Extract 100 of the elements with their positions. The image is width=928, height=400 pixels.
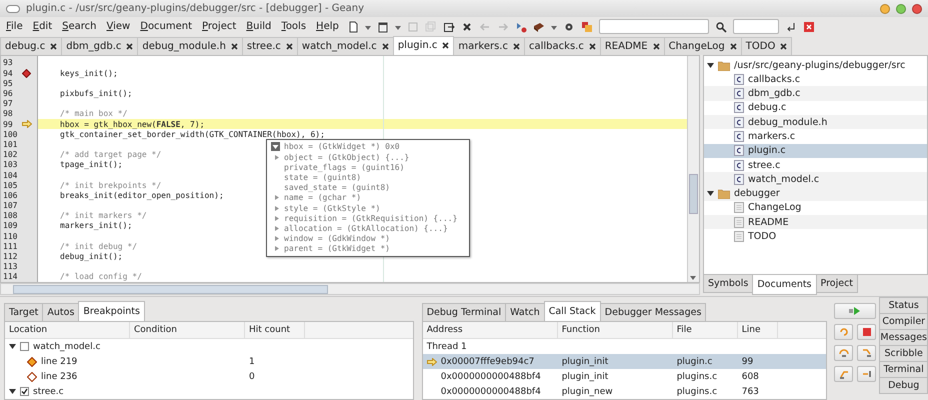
file-tab[interactable]: debug.c bbox=[0, 36, 62, 55]
panel-tab[interactable]: Breakpoints bbox=[78, 301, 145, 321]
close-tab-icon[interactable] bbox=[50, 42, 58, 50]
scrollbar-thumb[interactable] bbox=[13, 284, 328, 294]
close-tab-icon[interactable] bbox=[442, 42, 450, 50]
column-header[interactable]: Condition bbox=[130, 322, 245, 338]
close-button[interactable] bbox=[912, 4, 922, 14]
message-window-tab[interactable]: Debug bbox=[879, 377, 928, 394]
restart-button[interactable] bbox=[834, 324, 854, 340]
column-header[interactable]: Location bbox=[5, 322, 130, 338]
expander-icon[interactable] bbox=[9, 343, 16, 350]
panel-tab[interactable]: Autos bbox=[42, 303, 80, 321]
tree-item[interactable]: debug_module.h bbox=[704, 115, 927, 130]
expander-icon[interactable] bbox=[9, 388, 16, 395]
menu-item[interactable]: Edit bbox=[30, 21, 54, 32]
revert-icon[interactable] bbox=[442, 20, 455, 33]
step-into-button[interactable] bbox=[857, 345, 876, 361]
close-tab-icon[interactable] bbox=[588, 42, 596, 50]
expand-icon[interactable] bbox=[275, 154, 280, 160]
message-window-tab[interactable]: Compiler bbox=[879, 313, 928, 330]
file-tab[interactable]: stree.c bbox=[242, 36, 298, 55]
close-tab-icon[interactable] bbox=[230, 42, 238, 50]
column-header[interactable]: Address bbox=[422, 322, 558, 338]
expand-icon[interactable] bbox=[275, 206, 280, 211]
menu-item[interactable]: Project bbox=[200, 21, 238, 32]
expand-icon[interactable] bbox=[275, 246, 280, 252]
panel-tab[interactable]: Debugger Messages bbox=[600, 303, 706, 321]
breakpoint-icon[interactable] bbox=[27, 372, 37, 382]
stack-frame-row[interactable]: 0x0000000000488bf4 plugin_new plugins.c 763 bbox=[422, 384, 826, 399]
quit-icon[interactable] bbox=[802, 20, 815, 33]
expand-icon[interactable] bbox=[275, 195, 280, 200]
file-tab[interactable]: ChangeLog bbox=[664, 36, 742, 55]
message-window-tab[interactable]: Terminal bbox=[879, 361, 928, 378]
goto-line-field[interactable] bbox=[732, 19, 779, 34]
tree-item[interactable]: plugin.c bbox=[704, 144, 927, 158]
close-tab-icon[interactable] bbox=[730, 42, 737, 50]
maximize-button[interactable] bbox=[896, 4, 906, 14]
expander-icon[interactable] bbox=[707, 190, 714, 198]
panel-tab[interactable]: Watch bbox=[505, 303, 545, 321]
column-header[interactable]: Hit count bbox=[245, 322, 305, 338]
menu-item[interactable]: View bbox=[104, 21, 132, 32]
file-tab[interactable]: plugin.c bbox=[392, 36, 454, 55]
collapse-icon[interactable] bbox=[271, 142, 280, 152]
close-tab-icon[interactable] bbox=[652, 42, 660, 50]
tree-item[interactable]: README bbox=[704, 215, 927, 230]
message-window-tab[interactable]: Status bbox=[879, 297, 928, 314]
tree-item[interactable]: stree.c bbox=[704, 158, 927, 172]
stack-frame-row[interactable]: 0x0000000000488bf4 plugin_init plugins.c 608 bbox=[422, 369, 826, 384]
tree-item[interactable]: dbm_gdb.c bbox=[704, 86, 927, 101]
sidebar-tab[interactable]: Project bbox=[816, 275, 858, 293]
close-icon[interactable] bbox=[460, 20, 473, 33]
menu-item[interactable]: Tools bbox=[279, 21, 308, 32]
step-over-button[interactable] bbox=[834, 345, 854, 361]
sidebar-tab[interactable]: Symbols bbox=[703, 275, 754, 293]
column-header[interactable]: Function bbox=[558, 322, 673, 338]
jump-icon[interactable] bbox=[784, 20, 797, 33]
gear-icon[interactable] bbox=[562, 20, 575, 33]
checkbox[interactable] bbox=[20, 342, 29, 351]
expand-icon[interactable] bbox=[275, 236, 280, 242]
color-picker-icon[interactable] bbox=[580, 20, 593, 33]
step-out-button[interactable] bbox=[834, 366, 854, 382]
panel-tab[interactable]: Debug Terminal bbox=[422, 303, 506, 321]
message-window-tab[interactable]: Messages bbox=[879, 329, 928, 346]
column-header[interactable]: Line bbox=[738, 322, 778, 338]
sidebar-tab[interactable]: Documents bbox=[752, 275, 817, 295]
search-field[interactable] bbox=[598, 19, 709, 34]
close-tab-icon[interactable] bbox=[513, 42, 520, 50]
column-header[interactable]: File bbox=[672, 322, 738, 338]
brick-icon[interactable] bbox=[532, 20, 545, 33]
checkbox[interactable] bbox=[20, 387, 29, 396]
scrollbar-thumb[interactable] bbox=[689, 174, 698, 214]
minimize-button[interactable] bbox=[880, 4, 890, 14]
tree-item[interactable]: callbacks.c bbox=[704, 72, 927, 86]
menu-item[interactable]: Help bbox=[314, 21, 341, 32]
search-icon[interactable] bbox=[714, 20, 727, 33]
message-window-tab[interactable]: Scribble bbox=[879, 345, 928, 362]
compile-icon[interactable] bbox=[514, 20, 527, 33]
breakpoint-icon[interactable] bbox=[27, 356, 37, 366]
file-tab[interactable]: dbm_gdb.c bbox=[61, 36, 138, 55]
file-tab[interactable]: callbacks.c bbox=[524, 36, 601, 55]
file-tab[interactable]: TODO bbox=[740, 36, 792, 55]
panel-tab[interactable]: Call Stack bbox=[544, 301, 601, 321]
document-icon[interactable] bbox=[376, 20, 389, 33]
close-tab-icon[interactable] bbox=[382, 42, 389, 50]
panel-tab[interactable]: Target bbox=[4, 303, 44, 321]
window-menu-icon[interactable] bbox=[6, 4, 20, 13]
expander-icon[interactable] bbox=[707, 62, 714, 69]
run-to-cursor-button[interactable] bbox=[857, 366, 876, 382]
menu-item[interactable]: Build bbox=[244, 21, 274, 32]
new-file-icon[interactable] bbox=[346, 20, 359, 33]
run-button[interactable] bbox=[834, 303, 876, 319]
menu-item[interactable]: Document bbox=[138, 21, 194, 32]
close-tab-icon[interactable] bbox=[780, 42, 788, 50]
tree-item[interactable]: watch_model.c bbox=[704, 172, 927, 187]
menu-item[interactable]: Search bbox=[60, 21, 98, 32]
file-tab[interactable]: debug_module.h bbox=[137, 36, 243, 55]
file-tab[interactable]: watch_model.c bbox=[296, 36, 394, 55]
stop-button[interactable] bbox=[857, 324, 876, 340]
menu-item[interactable]: File bbox=[4, 21, 25, 32]
file-tab[interactable]: markers.c bbox=[453, 36, 525, 55]
